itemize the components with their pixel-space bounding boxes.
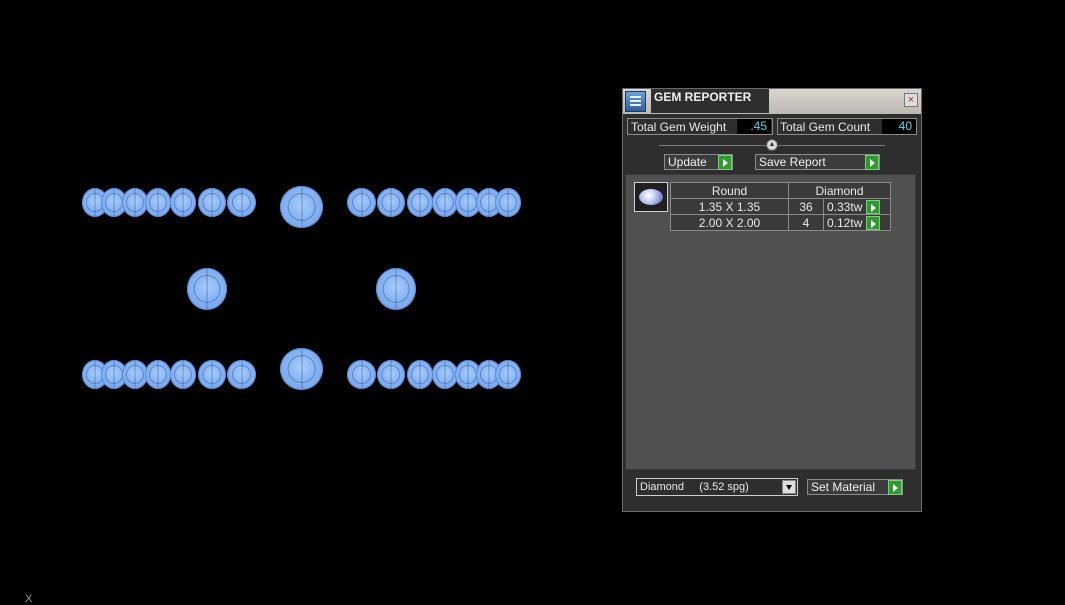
- gem[interactable]: [227, 360, 256, 389]
- total-weight-value: .45: [737, 119, 771, 134]
- table-row: 2.00 X 2.00 4 0.12tw: [670, 214, 891, 231]
- gem[interactable]: [145, 360, 171, 389]
- set-material-button[interactable]: Set Material: [807, 479, 903, 495]
- table-header-row: Round Diamond: [670, 182, 891, 199]
- shape-header: Round: [670, 182, 789, 199]
- update-button-label: Update: [668, 155, 707, 169]
- gem-weight-cell: 0.12tw: [823, 214, 891, 231]
- title-bar[interactable]: GEM REPORTER ×: [623, 89, 921, 114]
- gem[interactable]: [377, 360, 405, 389]
- gem-weight-cell: 0.33tw: [823, 198, 891, 215]
- total-count-value: 40: [882, 119, 916, 134]
- play-arrow-icon: [718, 155, 732, 170]
- gem[interactable]: [347, 360, 376, 389]
- report-area: Round Diamond 1.35 X 1.35 36 0.33tw 2.00…: [625, 174, 916, 470]
- gem[interactable]: [145, 188, 171, 217]
- round-diamond-icon[interactable]: [634, 182, 668, 212]
- gem[interactable]: [376, 268, 416, 310]
- gem-weight-value: 0.33tw: [827, 199, 863, 214]
- material-header: Diamond: [788, 182, 891, 199]
- collapse-toggle-icon[interactable]: ▲: [766, 139, 778, 151]
- gem[interactable]: [198, 360, 226, 389]
- gem[interactable]: [495, 360, 521, 389]
- material-select-value: Diamond (3.52 spg): [640, 481, 749, 493]
- chevron-down-icon[interactable]: [782, 480, 796, 494]
- gem-report-table: Round Diamond 1.35 X 1.35 36 0.33tw 2.00…: [670, 182, 891, 231]
- gem-count-cell: 4: [788, 214, 824, 231]
- gem-size-cell: 1.35 X 1.35: [670, 198, 789, 215]
- gem[interactable]: [407, 360, 433, 389]
- gem[interactable]: [170, 360, 196, 389]
- gem[interactable]: [495, 188, 521, 217]
- set-material-button-label: Set Material: [811, 480, 876, 494]
- gem-size-cell: 2.00 X 2.00: [670, 214, 789, 231]
- total-count-label: Total Gem Count: [780, 120, 871, 134]
- gem[interactable]: [187, 268, 227, 310]
- play-arrow-icon: [865, 155, 879, 170]
- panel-title: GEM REPORTER: [651, 89, 769, 113]
- gem[interactable]: [227, 188, 256, 217]
- play-arrow-icon[interactable]: [865, 215, 880, 230]
- axis-x-label: X: [25, 593, 33, 605]
- gem[interactable]: [407, 188, 433, 217]
- gem-reporter-panel: GEM REPORTER × Total Gem Weight .45 Tota…: [622, 88, 922, 512]
- gem[interactable]: [198, 188, 226, 217]
- play-arrow-icon[interactable]: [865, 199, 880, 214]
- gem[interactable]: [280, 348, 323, 390]
- save-report-button[interactable]: Save Report: [755, 154, 880, 170]
- material-select[interactable]: Diamond (3.52 spg): [636, 478, 798, 496]
- gem-reporter-icon: [625, 91, 646, 112]
- gem[interactable]: [347, 188, 376, 217]
- gem-weight-value: 0.12tw: [827, 215, 863, 230]
- gem[interactable]: [280, 186, 323, 228]
- gem[interactable]: [170, 188, 196, 217]
- save-report-button-label: Save Report: [759, 155, 826, 169]
- close-icon[interactable]: ×: [904, 93, 918, 107]
- update-button[interactable]: Update: [664, 154, 733, 170]
- table-row: 1.35 X 1.35 36 0.33tw: [670, 198, 891, 215]
- total-weight-label: Total Gem Weight: [631, 120, 727, 134]
- play-arrow-icon: [888, 480, 902, 495]
- gem-count-cell: 36: [788, 198, 824, 215]
- gem[interactable]: [377, 188, 405, 217]
